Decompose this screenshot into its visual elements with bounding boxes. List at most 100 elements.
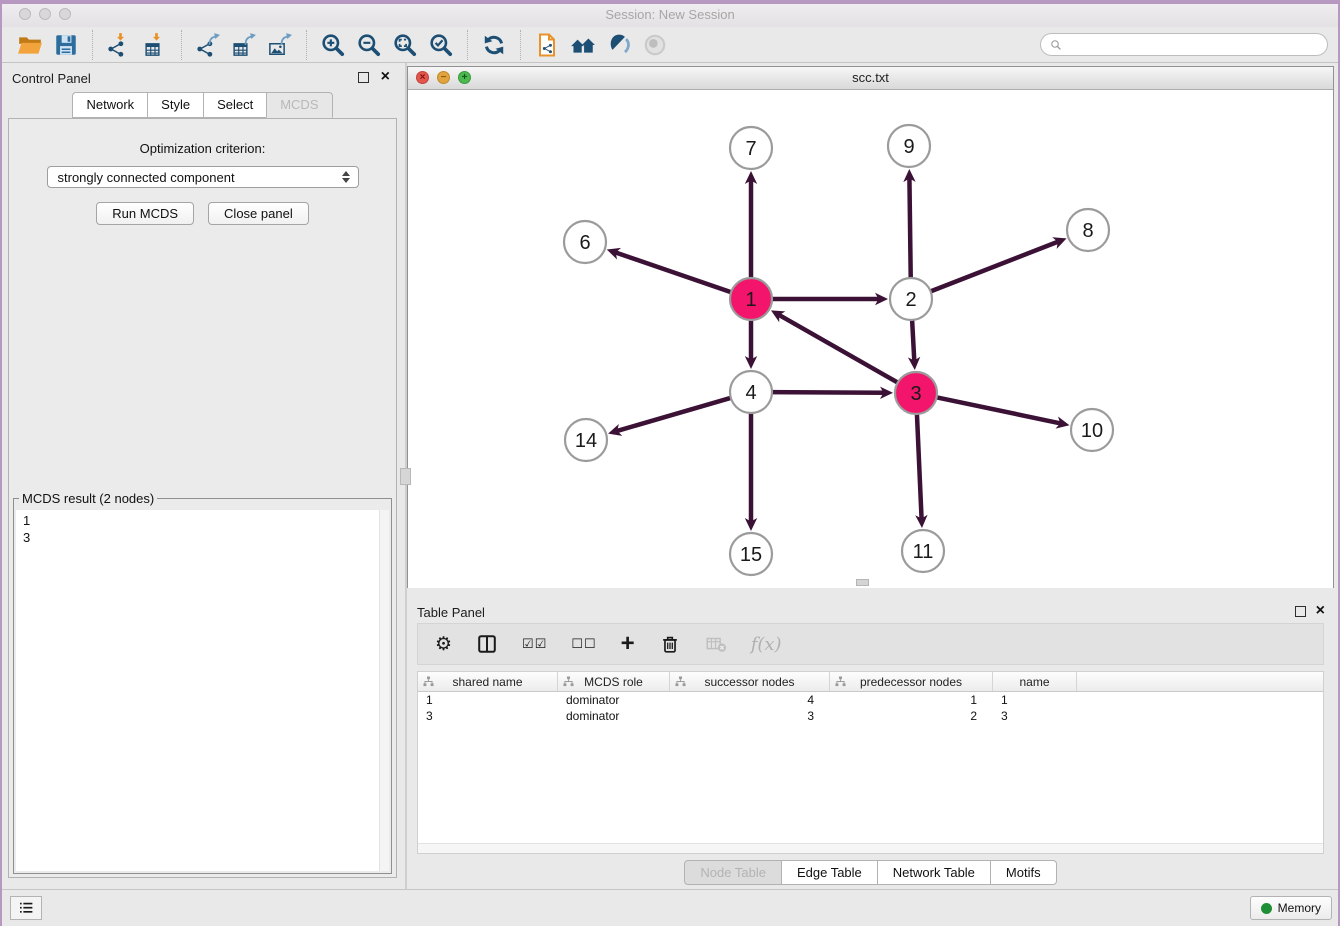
- refresh-icon: [481, 32, 507, 58]
- cell-name: 3: [993, 709, 1077, 723]
- column-header-predecessor-nodes[interactable]: predecessor nodes: [830, 672, 993, 691]
- graph-edge-4-14[interactable]: [617, 397, 733, 431]
- column-header-successor-nodes[interactable]: successor nodes: [670, 672, 830, 691]
- column-label: name: [1019, 675, 1049, 689]
- close-panel-icon[interactable]: ×: [381, 66, 390, 88]
- tab-select[interactable]: Select: [203, 92, 266, 118]
- toolbar-separator: [306, 30, 307, 60]
- tree-icon: [835, 676, 846, 687]
- close-panel-button[interactable]: Close panel: [208, 202, 309, 225]
- save-session-button[interactable]: [48, 30, 84, 60]
- zoom-selected-button[interactable]: [423, 30, 459, 60]
- table-row[interactable]: 1dominator411: [418, 692, 1323, 708]
- select-stepper-icon: [340, 171, 353, 183]
- run-mcds-button[interactable]: Run MCDS: [96, 202, 194, 225]
- column-settings-icon: ⚙: [435, 633, 452, 656]
- graph-edge-2-8[interactable]: [929, 242, 1058, 292]
- table-tabs: Node TableEdge TableNetwork TableMotifs: [407, 860, 1334, 885]
- delete-table-icon: [705, 633, 727, 655]
- canvas-drag-handle[interactable]: [856, 579, 869, 586]
- network-canvas[interactable]: 7968124314101511: [408, 90, 1333, 588]
- column-header-shared-name[interactable]: shared name: [418, 672, 558, 691]
- add-column-icon: +: [621, 634, 635, 654]
- table-body: 1dominator4113dominator323: [418, 692, 1323, 724]
- float-table-panel-icon[interactable]: [1295, 606, 1306, 617]
- zoom-out-button[interactable]: [351, 30, 387, 60]
- select-all-columns-button[interactable]: ☑☑: [522, 636, 547, 652]
- tab-edge-table[interactable]: Edge Table: [782, 860, 878, 885]
- mcds-result-group: MCDS result (2 nodes) 13: [13, 491, 392, 874]
- duplicate-network-button[interactable]: [529, 30, 565, 60]
- graph-node-label-9: 9: [903, 136, 914, 158]
- delete-table-button: [705, 633, 727, 655]
- memory-button[interactable]: Memory: [1250, 896, 1332, 920]
- graph-node-label-3: 3: [910, 383, 921, 405]
- home-icon: [570, 32, 596, 58]
- result-node-id: 1: [23, 512, 375, 529]
- zoom-fit-button[interactable]: [387, 30, 423, 60]
- import-network-button[interactable]: [101, 30, 137, 60]
- graph-edge-3-11[interactable]: [917, 412, 922, 519]
- mcds-result-list[interactable]: 13: [16, 510, 389, 871]
- network-close-button[interactable]: ×: [416, 71, 429, 84]
- style-preview-icon: [606, 32, 632, 58]
- import-table-button[interactable]: [137, 30, 173, 60]
- search-box[interactable]: [1040, 33, 1328, 56]
- open-session-button[interactable]: [12, 30, 48, 60]
- search-input[interactable]: [1068, 37, 1318, 53]
- refresh-button[interactable]: [476, 30, 512, 60]
- splitter-grip[interactable]: [400, 468, 411, 485]
- graph-node-label-1: 1: [745, 289, 756, 311]
- toggle-visibility-button: [637, 30, 673, 60]
- graph-node-label-7: 7: [745, 138, 756, 160]
- graph-edge-3-10[interactable]: [935, 397, 1061, 424]
- session-title: Session: New Session: [0, 7, 1340, 22]
- search-icon: [1050, 39, 1062, 51]
- export-network-button[interactable]: [190, 30, 226, 60]
- tree-icon: [563, 676, 574, 687]
- column-header-name[interactable]: name: [993, 672, 1077, 691]
- float-panel-icon[interactable]: [358, 72, 369, 83]
- add-column-button[interactable]: +: [621, 634, 635, 654]
- zoom-in-button[interactable]: [315, 30, 351, 60]
- tab-style[interactable]: Style: [147, 92, 203, 118]
- cell-predecessor-nodes: 2: [830, 709, 993, 723]
- tab-mcds[interactable]: MCDS: [266, 92, 332, 118]
- export-image-button[interactable]: [262, 30, 298, 60]
- column-header-MCDS-role[interactable]: MCDS role: [558, 672, 670, 691]
- network-maximize-button[interactable]: +: [458, 71, 471, 84]
- graph-node-label-6: 6: [579, 232, 590, 254]
- graph-edge-3-1[interactable]: [779, 315, 900, 384]
- deselect-all-columns-button[interactable]: ☐☐: [571, 636, 596, 652]
- zoom-selected-icon: [428, 32, 454, 58]
- tab-node-table[interactable]: Node Table: [684, 860, 782, 885]
- window-border-left: [0, 0, 2, 926]
- result-scrollbar[interactable]: [379, 510, 389, 871]
- criterion-select[interactable]: strongly connected component: [47, 166, 359, 188]
- network-window-titlebar[interactable]: × − + scc.txt: [408, 67, 1333, 90]
- graph-edge-2-9[interactable]: [909, 178, 910, 280]
- close-table-panel-icon[interactable]: ×: [1316, 600, 1325, 622]
- table-row[interactable]: 3dominator323: [418, 708, 1323, 724]
- home-button[interactable]: [565, 30, 601, 60]
- toolbar-separator: [92, 30, 93, 60]
- style-preview-button[interactable]: [601, 30, 637, 60]
- export-table-button[interactable]: [226, 30, 262, 60]
- graph-edge-1-6[interactable]: [615, 252, 733, 292]
- toggle-columns-button[interactable]: [476, 633, 498, 655]
- column-settings-button[interactable]: ⚙: [435, 633, 452, 656]
- column-label: predecessor nodes: [860, 675, 962, 689]
- tab-network-table[interactable]: Network Table: [878, 860, 991, 885]
- task-history-button[interactable]: [10, 896, 42, 920]
- delete-column-button[interactable]: [659, 633, 681, 655]
- graph-edge-2-3[interactable]: [912, 318, 914, 361]
- tab-network[interactable]: Network: [72, 92, 147, 118]
- graph-edge-4-3[interactable]: [770, 392, 884, 393]
- network-minimize-button[interactable]: −: [437, 71, 450, 84]
- table-horizontal-scrollbar[interactable]: [418, 843, 1323, 853]
- main-toolbar: [0, 27, 1340, 63]
- tab-motifs[interactable]: Motifs: [991, 860, 1057, 885]
- zoom-out-icon: [356, 32, 382, 58]
- graph-node-label-4: 4: [745, 382, 756, 404]
- result-node-id: 3: [23, 529, 375, 546]
